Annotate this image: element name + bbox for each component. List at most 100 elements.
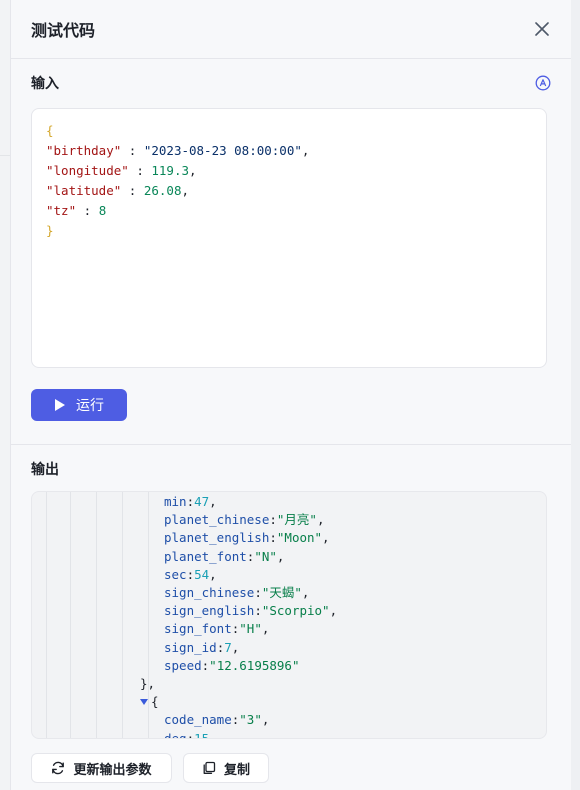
code-token: : [121, 183, 144, 198]
code-line: "latitude" : 26.08, [46, 181, 532, 201]
output-token: , [231, 639, 240, 655]
output-token: "月亮" [276, 512, 317, 528]
input-label: 输入 [31, 76, 59, 92]
output-token: : [186, 730, 195, 739]
code-token: : [128, 163, 152, 178]
output-token: 15 [194, 730, 210, 739]
play-icon [54, 398, 66, 412]
code-line: "birthday" : "2023-08-23 08:00:00", [46, 141, 532, 161]
output-token: "H" [239, 621, 262, 637]
test-code-panel: 测试代码 输入 { "birthday" : "2023-08-23 08:00:… [10, 0, 571, 790]
output-line: sign_english:"Scorpio", [164, 602, 337, 620]
background-strip [0, 0, 10, 790]
code-token: : [121, 143, 144, 158]
output-token: : [186, 566, 195, 582]
refresh-output-params-button[interactable]: 更新输出参数 [31, 753, 172, 783]
output-token: , [316, 512, 325, 528]
code-token: "birthday" [46, 143, 122, 158]
refresh-output-params-label: 更新输出参数 [73, 762, 152, 778]
output-token: "Moon" [276, 530, 323, 546]
output-token: : [269, 530, 277, 546]
output-line: { [140, 693, 159, 711]
run-button-label: 运行 [76, 398, 104, 414]
refresh-icon [51, 761, 65, 775]
section-divider [11, 444, 571, 445]
output-line: code_name:"3", [164, 711, 269, 729]
output-token: planet_english [164, 530, 270, 546]
output-token: "Scorpio" [261, 603, 330, 619]
output-token: 54 [194, 566, 210, 582]
code-token: { [46, 123, 54, 138]
output-token: , [261, 621, 270, 637]
copy-button[interactable]: 复制 [183, 753, 269, 783]
collapse-toggle-icon[interactable] [140, 698, 148, 705]
output-token: , [301, 585, 310, 600]
output-token: , [209, 494, 217, 509]
output-token: sign_id [164, 639, 217, 655]
output-token: "12.6195896" [209, 657, 300, 673]
output-token: : [254, 603, 262, 619]
output-line: planet_english:"Moon", [164, 529, 330, 547]
output-line: sign_font:"H", [164, 620, 269, 638]
code-token: , [181, 183, 190, 198]
code-token: "2023-08-23 08:00:00" [143, 143, 302, 158]
output-token: sec [164, 566, 187, 582]
output-token: , [276, 548, 285, 564]
output-token: planet_font [164, 548, 247, 564]
run-button[interactable]: 运行 [31, 389, 127, 421]
input-code-editor[interactable]: { "birthday" : "2023-08-23 08:00:00", "lon… [31, 108, 547, 368]
code-token: : [76, 203, 99, 218]
code-token: 26.08 [143, 183, 182, 198]
output-token: "3" [239, 712, 262, 728]
output-label: 输出 [31, 462, 59, 478]
output-line: sec:54, [164, 566, 217, 584]
output-token: speed [164, 657, 202, 673]
output-token: "天蝎" [261, 585, 302, 600]
output-token: code_name [164, 712, 232, 728]
code-token: } [46, 223, 54, 238]
code-token: 8 [98, 203, 107, 218]
output-token: sign_chinese [164, 585, 255, 600]
output-token: sign_english [164, 603, 255, 619]
code-line: { [46, 121, 532, 141]
output-token: 7 [224, 639, 232, 655]
input-section-header: 输入 [11, 59, 571, 107]
output-line: planet_chinese:"月亮", [164, 511, 324, 529]
panel-title: 测试代码 [31, 21, 96, 40]
output-token: : [269, 512, 277, 528]
output-token: "N" [254, 548, 277, 564]
output-line: deg:15 [164, 730, 210, 739]
output-line: speed:"12.6195896" [164, 657, 299, 675]
output-line: sign_chinese:"天蝎", [164, 584, 309, 602]
output-token: , [322, 530, 330, 546]
output-viewer[interactable]: min:47, planet_chinese:"月亮", planet_englis… [31, 491, 547, 739]
output-token: , [261, 712, 270, 728]
output-token: , [329, 603, 338, 619]
a-circle-icon[interactable] [535, 75, 551, 91]
output-token: planet_chinese [164, 512, 270, 528]
output-token: : [186, 494, 195, 509]
output-token: min [164, 494, 187, 509]
code-line: } [46, 221, 532, 241]
code-token: "tz" [46, 203, 77, 218]
output-token: { [151, 694, 159, 710]
output-token: , [209, 566, 217, 582]
output-line: sign_id:7, [164, 639, 239, 657]
output-token: }, [140, 676, 156, 691]
code-token: "latitude" [46, 183, 122, 198]
copy-icon [202, 761, 216, 775]
code-line: "tz" : 8 [46, 201, 532, 221]
code-token: , [301, 143, 310, 158]
copy-label: 复制 [223, 762, 250, 778]
code-token: "longitude" [46, 163, 129, 178]
output-token: 47 [194, 494, 210, 509]
close-icon[interactable] [533, 20, 551, 38]
indent-guide [96, 492, 97, 738]
background-divider [0, 155, 10, 156]
indent-guide [46, 492, 47, 738]
output-token: : [254, 585, 262, 600]
panel-header: 测试代码 [11, 0, 571, 59]
code-token: , [189, 163, 197, 178]
output-line: }, [140, 675, 155, 693]
output-token: sign_font [164, 621, 232, 637]
